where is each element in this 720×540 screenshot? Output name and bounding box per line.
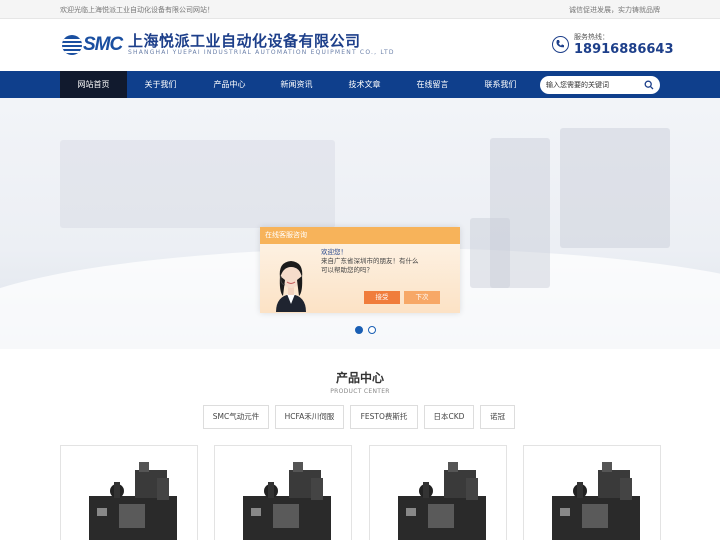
- chat-greeting: 欢迎您！: [321, 248, 347, 256]
- product-card[interactable]: [214, 445, 352, 540]
- hotline-number[interactable]: 18916886643: [574, 42, 674, 57]
- nav-item-products[interactable]: 产品中心: [196, 71, 263, 98]
- search-icon[interactable]: [644, 80, 654, 90]
- slogan-text: 诚信促进发展，实力铸就品牌: [569, 6, 660, 14]
- product-card[interactable]: [369, 445, 507, 540]
- slider-dot-2[interactable]: [368, 326, 376, 334]
- top-bar: 欢迎光临上海悦派工业自动化设备有限公司网站！ 诚信促进发展，实力铸就品牌: [0, 0, 720, 19]
- company-name: 上海悦派工业自动化设备有限公司: [128, 32, 361, 50]
- product-image: [398, 462, 486, 540]
- search-box: [540, 76, 660, 94]
- logo-text: SMC: [83, 34, 123, 55]
- chat-title: 在线客服咨询: [260, 227, 460, 244]
- globe-icon: [62, 35, 82, 55]
- chat-popup: 在线客服咨询 欢迎您！ 来自广东省深圳市的朋友！有什么 可以帮助您的吗？ 接受 …: [260, 227, 460, 313]
- nav-item-about[interactable]: 关于我们: [127, 71, 194, 98]
- nav-item-news[interactable]: 新闻资讯: [263, 71, 330, 98]
- header: SMC 上海悦派工业自动化设备有限公司 SHANGHAI YUEPAI INDU…: [0, 19, 720, 71]
- product-card[interactable]: [60, 445, 198, 540]
- smc-logo[interactable]: SMC: [62, 33, 124, 57]
- banner-faded-title-panel: [60, 140, 335, 228]
- tab-hcfa[interactable]: HCFA禾川伺服: [275, 405, 344, 429]
- welcome-text: 欢迎光临上海悦派工业自动化设备有限公司网站！: [60, 6, 214, 14]
- later-button[interactable]: 下次: [404, 291, 440, 304]
- main-nav: 网站首页 关于我们 产品中心 新闻资讯 技术文章 在线留言 联系我们: [0, 71, 720, 98]
- chat-body: 欢迎您！ 来自广东省深圳市的朋友！有什么 可以帮助您的吗？ 接受 下次: [260, 244, 460, 313]
- banner-machine-image: [560, 128, 670, 248]
- product-image: [243, 462, 331, 540]
- nav-item-home[interactable]: 网站首页: [60, 71, 127, 98]
- slider-dot-1[interactable]: [355, 326, 363, 334]
- nav-item-articles[interactable]: 技术文章: [331, 71, 398, 98]
- accept-button[interactable]: 接受: [364, 291, 400, 304]
- product-card[interactable]: [523, 445, 661, 540]
- chat-line: 可以帮助您的吗？: [321, 266, 373, 274]
- company-name-en: SHANGHAI YUEPAI INDUSTRIAL AUTOMATION EQ…: [128, 49, 395, 56]
- agent-avatar: [276, 261, 306, 312]
- nav-item-contact[interactable]: 联系我们: [467, 71, 534, 98]
- hotline-label: 服务热线：: [574, 33, 609, 41]
- chat-line: 来自广东省深圳市的朋友！有什么: [321, 257, 419, 265]
- phone-icon: [552, 36, 569, 53]
- product-image: [552, 462, 640, 540]
- tab-festo[interactable]: FESTO费斯托: [350, 405, 418, 429]
- tab-norgren[interactable]: 诺冠: [480, 405, 515, 429]
- banner-machine-image: [470, 218, 510, 288]
- tab-smc[interactable]: SMC气动元件: [203, 405, 269, 429]
- products-section-subtitle: PRODUCT CENTER: [330, 388, 390, 395]
- tab-ckd[interactable]: 日本CKD: [424, 405, 474, 429]
- chat-message: 欢迎您！ 来自广东省深圳市的朋友！有什么 可以帮助您的吗？: [321, 248, 419, 275]
- search-input[interactable]: [546, 79, 642, 91]
- product-image: [89, 462, 177, 540]
- nav-item-message[interactable]: 在线留言: [399, 71, 466, 98]
- products-section-title: 产品中心: [335, 371, 384, 385]
